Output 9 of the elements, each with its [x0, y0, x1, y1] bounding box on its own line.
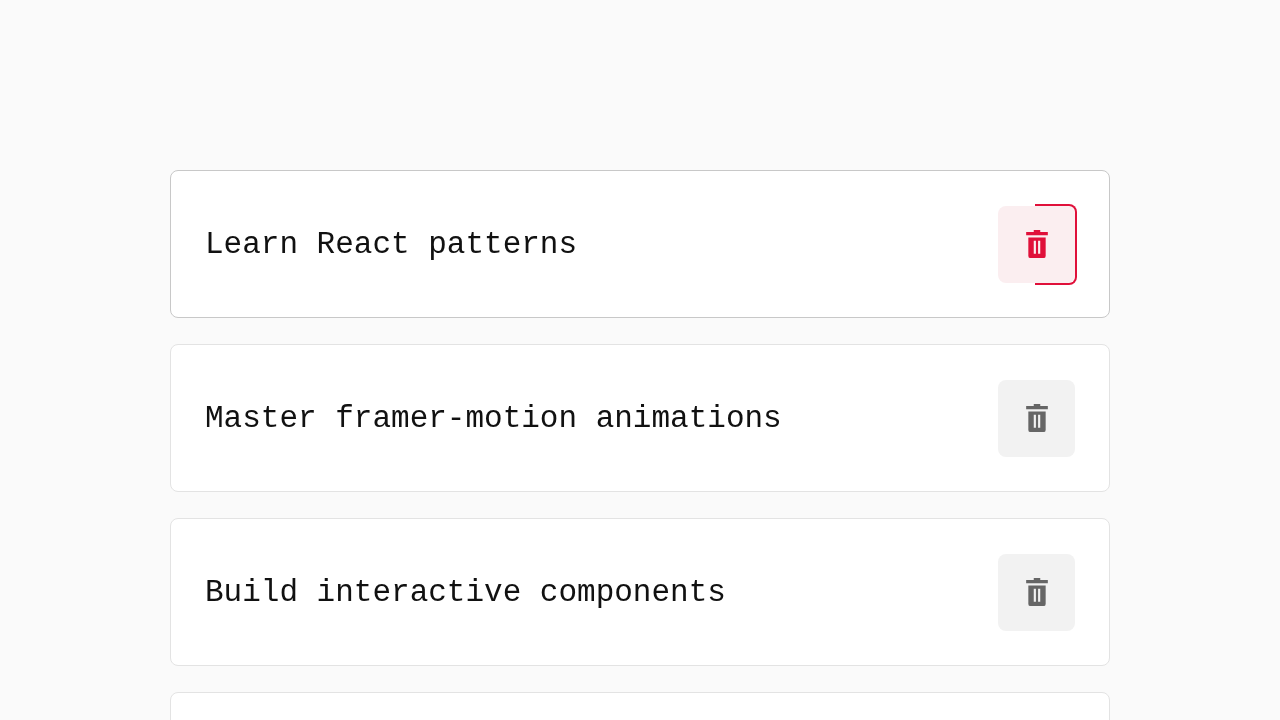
trash-icon — [1023, 228, 1050, 260]
delete-button[interactable] — [998, 379, 1075, 457]
trash-icon — [1023, 402, 1050, 434]
delete-button[interactable] — [998, 205, 1075, 283]
task-title: Master framer-motion animations — [205, 400, 782, 436]
task-title: Learn React patterns — [205, 226, 578, 262]
delete-button[interactable] — [998, 553, 1075, 631]
trash-icon — [1023, 576, 1050, 608]
task-title: Build interactive components — [205, 574, 726, 610]
